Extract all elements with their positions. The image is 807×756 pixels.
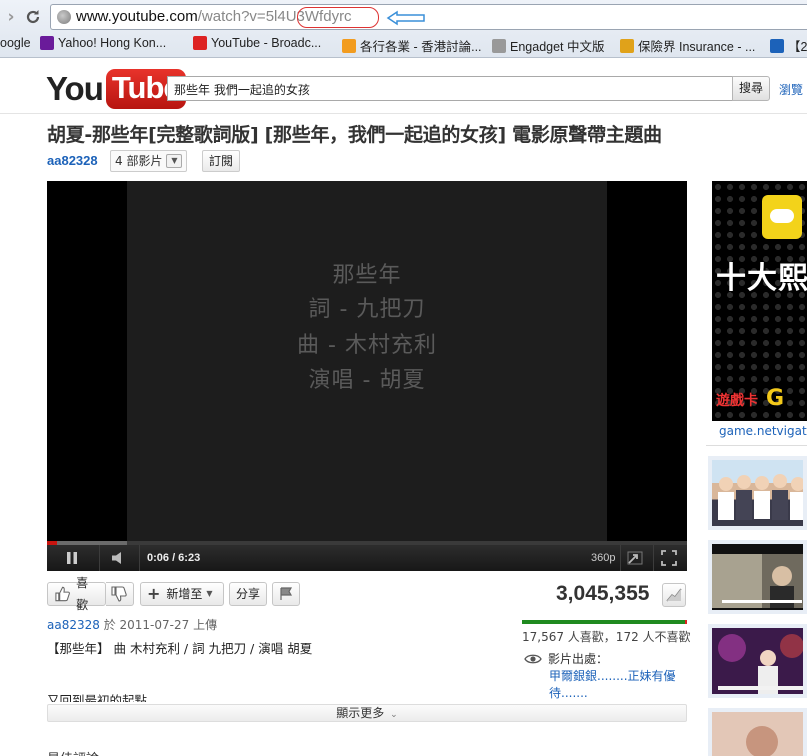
u-logo-icon bbox=[620, 38, 634, 53]
ad-headline: 十大熙 bbox=[716, 261, 807, 296]
likes-ratio-bar bbox=[522, 620, 687, 624]
bookmark-label: Engadget 中文版 bbox=[510, 40, 605, 54]
ad-logo: 遊戲卡 G bbox=[716, 386, 785, 411]
yahoo-icon bbox=[40, 36, 54, 50]
bookmarks-bar: oogle Yahoo! Hong Kon... YouTube - Broadc.… bbox=[0, 32, 807, 56]
chevron-down-icon: ▼ bbox=[166, 154, 183, 168]
quality-button[interactable]: 360p bbox=[591, 545, 615, 571]
search-input[interactable]: 那些年 我們一起追的女孩 bbox=[167, 76, 732, 101]
dislike-button[interactable] bbox=[106, 582, 134, 606]
reload-icon[interactable] bbox=[22, 6, 44, 28]
bookmark-label: 各行各業 - 香港討論... bbox=[360, 40, 482, 54]
bookmark-label: 保險界 Insurance - ... bbox=[638, 40, 756, 54]
volume-icon[interactable] bbox=[111, 545, 131, 571]
share-button[interactable]: 分享 bbox=[229, 582, 267, 606]
sidebar-ad-banner[interactable]: 十大熙 遊戲卡 G bbox=[712, 181, 807, 421]
bookmark-item[interactable]: Engadget 中文版 bbox=[492, 36, 605, 55]
add-to-button[interactable]: + 新增至 ▼ bbox=[140, 582, 224, 606]
lyric-line: 曲 - 木村充利 bbox=[297, 333, 437, 358]
youtube-logo[interactable]: You Tube bbox=[46, 68, 186, 110]
comments-heading: 最佳評論 bbox=[47, 748, 99, 756]
search-button[interactable]: 搜尋 bbox=[732, 76, 770, 101]
video-id-highlight bbox=[297, 7, 379, 28]
ad-url-link[interactable]: game.netvigator bbox=[719, 424, 807, 438]
bookmark-label: 【2 bbox=[788, 40, 807, 54]
video-count-label: 4 部影片 bbox=[115, 154, 163, 168]
thumbs-up-icon bbox=[55, 586, 70, 602]
video-count-dropdown[interactable]: 4 部影片 ▼ bbox=[110, 150, 188, 172]
thumbs-down-icon bbox=[111, 586, 127, 602]
browse-link[interactable]: 瀏覽 bbox=[779, 81, 803, 98]
eye-icon bbox=[524, 654, 542, 663]
header-divider bbox=[0, 113, 807, 114]
chat-bubble-icon bbox=[342, 38, 356, 53]
video-player[interactable]: 那些年 詞 - 九把刀 曲 - 木村充利 演唱 - 胡夏 0:06 / 6:23… bbox=[47, 181, 687, 571]
upload-date: 於 2011-07-27 上傳 bbox=[99, 618, 218, 632]
bookmark-item[interactable]: oogle bbox=[0, 36, 31, 50]
video-frame[interactable]: 那些年 詞 - 九把刀 曲 - 木村充利 演唱 - 胡夏 bbox=[127, 181, 607, 541]
chevron-down-icon: ▼ bbox=[206, 589, 213, 598]
bookmark-label: oogle bbox=[0, 36, 31, 50]
lyric-line: 那些年 bbox=[332, 263, 402, 288]
bookmark-icon bbox=[770, 38, 784, 53]
show-more-button[interactable]: 顯示更多 ⌄ bbox=[47, 704, 687, 722]
flag-icon bbox=[280, 587, 293, 600]
plus-icon: + bbox=[147, 584, 161, 603]
video-title: 胡夏-那些年[完整歌詞版] [那些年，我們一起追的女孩] 電影原聲帶主題曲 bbox=[47, 124, 662, 146]
youtube-icon bbox=[193, 36, 207, 50]
lyric-line: 演唱 - 胡夏 bbox=[308, 368, 426, 393]
rss-icon bbox=[492, 38, 506, 53]
likes-fill bbox=[522, 620, 686, 624]
featured-label: 影片出處： bbox=[548, 652, 609, 666]
bookmark-item[interactable]: Yahoo! Hong Kon... bbox=[40, 36, 166, 50]
popout-icon[interactable] bbox=[627, 545, 647, 571]
flag-button[interactable] bbox=[272, 582, 300, 606]
forward-arrow-icon[interactable]: › bbox=[0, 6, 22, 28]
video-description-line: 又回到最初的起點 bbox=[47, 693, 148, 702]
bookmark-item[interactable]: 【2 bbox=[770, 36, 807, 55]
browser-chrome: › www.youtube.com/watch?v=5l4U3Wfdyrc oo… bbox=[0, 0, 807, 58]
related-video-thumbnail[interactable] bbox=[708, 708, 807, 756]
uploader-link[interactable]: aa82328 bbox=[47, 618, 100, 632]
bookmark-label: Yahoo! Hong Kon... bbox=[58, 36, 167, 50]
bookmark-label: YouTube - Broadc... bbox=[211, 36, 322, 50]
related-video-thumbnail[interactable] bbox=[708, 540, 807, 614]
like-label: 喜歡 bbox=[76, 576, 89, 612]
related-video-thumbnail[interactable] bbox=[708, 456, 807, 530]
player-controls: 0:06 / 6:23 360p bbox=[47, 545, 687, 571]
related-video-thumbnail[interactable] bbox=[708, 624, 807, 698]
globe-icon bbox=[57, 10, 71, 24]
featured-source-link[interactable]: 甲爾銀銀........正妹有優待....... bbox=[549, 668, 684, 702]
address-bar[interactable]: www.youtube.com/watch?v=5l4U3Wfdyrc bbox=[50, 4, 807, 30]
sidebar-divider bbox=[706, 445, 807, 446]
bookmark-item[interactable]: YouTube - Broadc... bbox=[193, 36, 321, 50]
likes-summary: 17,567 人喜歡，172 人不喜歡 bbox=[522, 630, 691, 644]
chart-icon bbox=[666, 588, 682, 602]
bookmark-item[interactable]: 各行各業 - 香港討論... bbox=[342, 36, 482, 55]
channel-link[interactable]: aa82328 bbox=[47, 153, 98, 168]
lyric-line: 詞 - 九把刀 bbox=[308, 297, 426, 322]
time-display: 0:06 / 6:23 bbox=[147, 552, 201, 564]
fullscreen-icon[interactable] bbox=[661, 545, 681, 571]
upload-info: aa82328 於 2011-07-27 上傳 bbox=[47, 616, 217, 633]
subscribe-button[interactable]: 訂閱 bbox=[202, 150, 241, 172]
stats-button[interactable] bbox=[662, 583, 686, 607]
pause-icon[interactable] bbox=[65, 545, 85, 571]
gamepad-icon bbox=[762, 195, 802, 239]
view-count: 3,045,355 bbox=[556, 582, 650, 605]
like-button[interactable]: 喜歡 bbox=[47, 576, 106, 612]
featured-source: 影片出處： bbox=[524, 650, 608, 667]
video-description: 【那些年】 曲 木村充利 / 詞 九把刀 / 演唱 胡夏 bbox=[47, 641, 313, 656]
show-more-label: 顯示更多 bbox=[336, 706, 385, 720]
bookmark-item[interactable]: 保險界 Insurance - ... bbox=[620, 36, 755, 55]
left-arrow-annotation-icon bbox=[386, 10, 425, 26]
chevron-down-icon: ⌄ bbox=[390, 710, 398, 720]
add-to-label: 新增至 bbox=[166, 587, 203, 601]
